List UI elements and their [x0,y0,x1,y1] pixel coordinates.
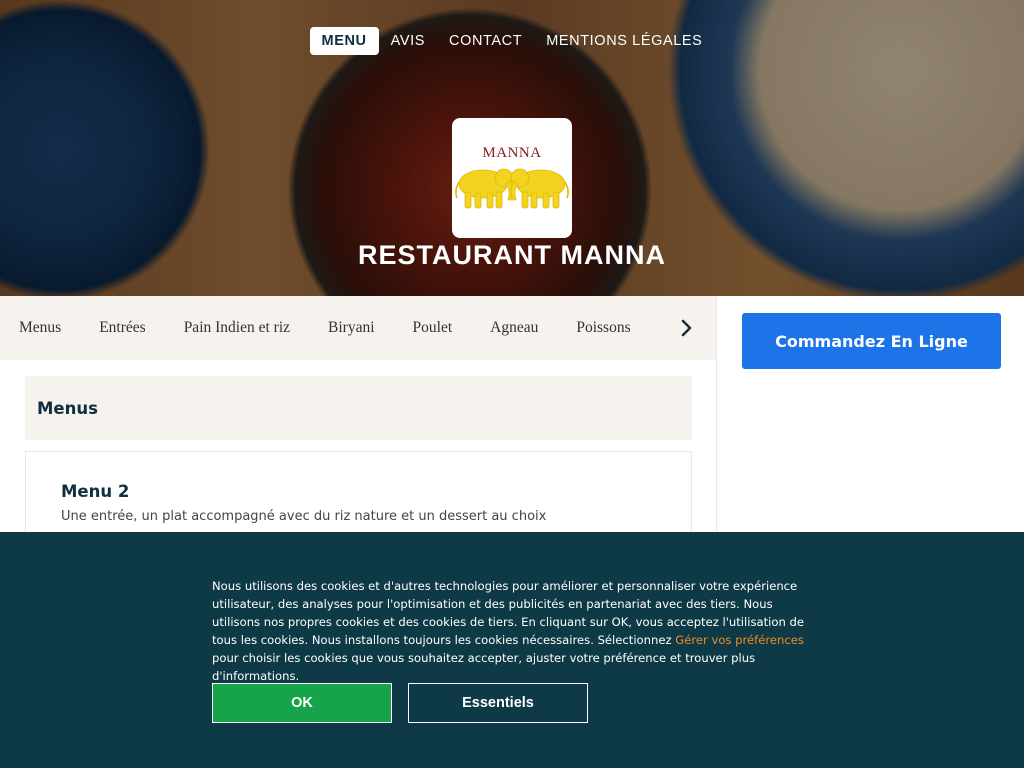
menu-item-description: Une entrée, un plat accompagné avec du r… [61,509,547,524]
manage-preferences-link[interactable]: Gérer vos préférences [675,633,804,647]
cookie-banner: Nous utilisons des cookies et d'autres t… [0,532,1024,768]
nav-mentions-legales[interactable]: MENTIONS LÉGALES [534,27,714,55]
cookie-text-after: pour choisir les cookies que vous souhai… [212,651,756,683]
nav-menu[interactable]: MENU [309,27,379,55]
restaurant-logo: MANNA [452,118,572,238]
section-title: Menus [37,398,98,418]
logo-text: MANNA [482,144,542,161]
category-poulet[interactable]: Poulet [413,319,453,337]
nav-avis[interactable]: AVIS [379,27,437,55]
cookie-essentials-button[interactable]: Essentiels [408,683,588,723]
category-pain-indien-et-riz[interactable]: Pain Indien et riz [184,319,290,337]
section-header-menus: Menus [25,376,692,440]
order-online-button[interactable]: Commandez En Ligne [742,313,1001,369]
chevron-right-icon[interactable] [678,318,696,338]
nav-contact[interactable]: CONTACT [437,27,534,55]
top-nav: MENU AVIS CONTACT MENTIONS LÉGALES [0,27,1024,55]
category-poissons[interactable]: Poissons [576,319,630,337]
hero-banner: MENU AVIS CONTACT MENTIONS LÉGALES MANNA [0,0,1024,296]
category-menus[interactable]: Menus [19,319,61,337]
category-tabs: Menus Entrées Pain Indien et riz Biryani… [0,296,716,360]
cookie-ok-button[interactable]: OK [212,683,392,723]
menu-item-name: Menu 2 [61,482,130,501]
restaurant-title: RESTAURANT MANNA [358,240,666,270]
elephants-icon [455,168,569,208]
category-biryani[interactable]: Biryani [328,319,375,337]
category-entrees[interactable]: Entrées [99,319,145,337]
category-agneau[interactable]: Agneau [490,319,538,337]
cookie-text: Nous utilisons des cookies et d'autres t… [212,577,812,685]
